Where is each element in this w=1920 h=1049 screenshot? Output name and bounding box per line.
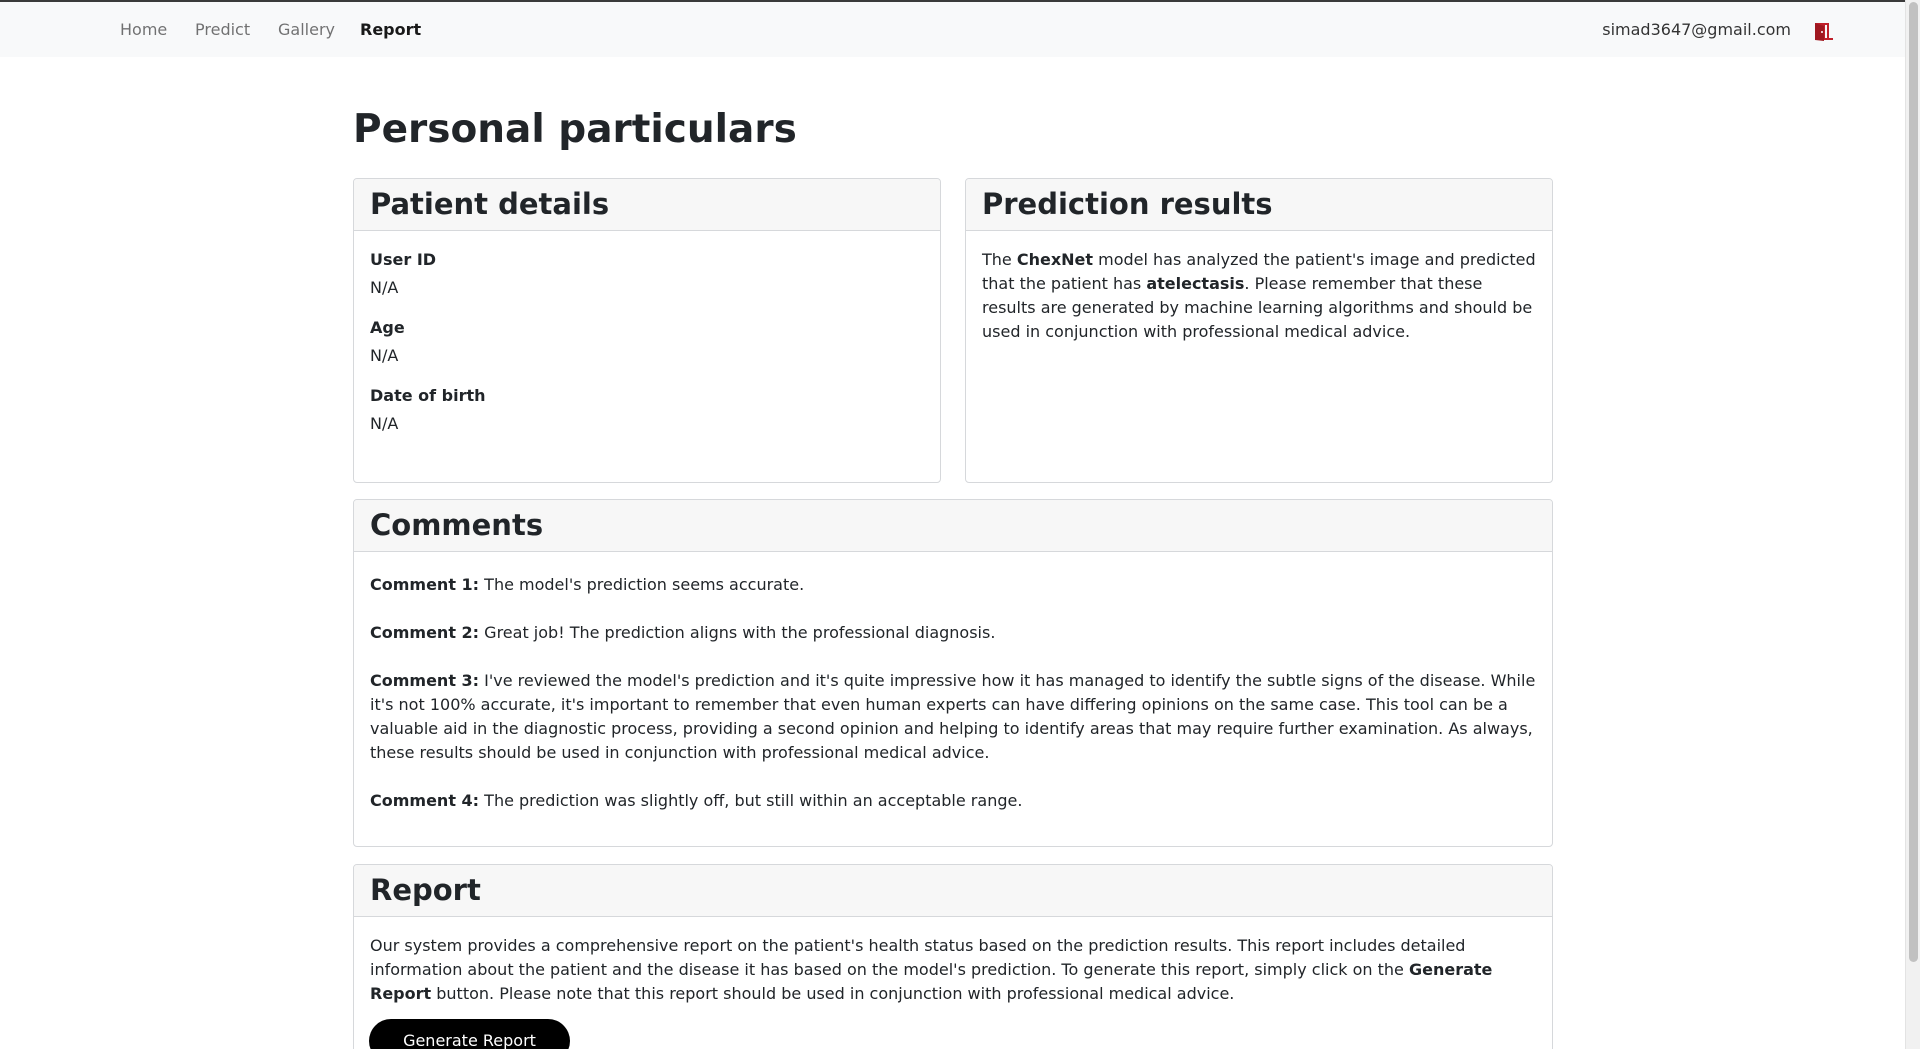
dob-label: Date of birth (370, 386, 486, 405)
report-description: Our system provides a comprehensive repo… (370, 936, 1493, 1003)
patient-details-header: Patient details (354, 179, 940, 231)
user-id-value: N/A (370, 278, 399, 297)
prediction-results-header: Prediction results (966, 179, 1552, 231)
prediction-results-body: The ChexNet model has analyzed the patie… (966, 231, 1552, 360)
comments-body: Comment 1: The model's prediction seems … (354, 552, 1552, 846)
report-header: Report (354, 865, 1552, 917)
comments-card: Comments Comment 1: The model's predicti… (353, 499, 1553, 847)
nav-predict[interactable]: Predict (195, 19, 250, 41)
prediction-text: The ChexNet model has analyzed the patie… (982, 250, 1536, 341)
age-value: N/A (370, 346, 399, 365)
top-navbar: Home Predict Gallery Report simad3647@gm… (0, 2, 1905, 57)
report-body: Our system provides a comprehensive repo… (354, 917, 1552, 1022)
page-scrollbar[interactable] (1905, 0, 1920, 1049)
dob-value: N/A (370, 414, 399, 433)
comment-item: Comment 1: The model's prediction seems … (370, 575, 805, 594)
model-name: ChexNet (1016, 250, 1094, 269)
nav-report[interactable]: Report (360, 19, 421, 41)
patient-details-body: User ID N/A Age N/A Date of birth N/A (354, 231, 940, 468)
comment-item: Comment 4: The prediction was slightly o… (370, 791, 1023, 810)
page-title: Personal particulars (353, 107, 797, 152)
logout-door-icon[interactable] (1813, 20, 1835, 42)
patient-details-card: Patient details User ID N/A Age N/A Date… (353, 178, 941, 483)
user-email: simad3647@gmail.com (1602, 20, 1791, 39)
comment-item: Comment 3: I've reviewed the model's pre… (370, 671, 1536, 762)
generate-report-button[interactable]: Generate Report (369, 1019, 570, 1049)
predicted-disease: atelectasis (1146, 274, 1245, 293)
comment-item: Comment 2: Great job! The prediction ali… (370, 623, 996, 642)
scrollbar-thumb[interactable] (1909, 2, 1918, 962)
age-label: Age (370, 318, 405, 337)
comments-header: Comments (354, 500, 1552, 552)
prediction-results-card: Prediction results The ChexNet model has… (965, 178, 1553, 483)
nav-home[interactable]: Home (120, 19, 167, 41)
user-id-label: User ID (370, 250, 437, 269)
nav-gallery[interactable]: Gallery (278, 19, 335, 41)
